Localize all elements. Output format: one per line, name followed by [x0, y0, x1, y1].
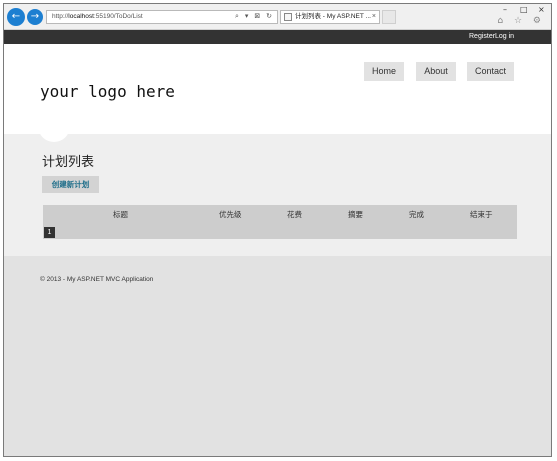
- back-icon[interactable]: ←: [7, 8, 25, 26]
- browser-toolbar: ← → http://localhost:55190/ToDo/List ⌕ ▾…: [4, 4, 551, 30]
- browser-window: ← → http://localhost:55190/ToDo/List ⌕ ▾…: [3, 3, 552, 457]
- site-logo[interactable]: your logo here: [40, 82, 175, 101]
- column-header-priority[interactable]: 优先级: [219, 209, 242, 220]
- register-link[interactable]: Register: [469, 30, 495, 44]
- browser-tab[interactable]: 计划列表 - My ASP.NET ... ×: [280, 10, 380, 24]
- close-window-icon[interactable]: ×: [538, 5, 545, 14]
- forward-icon[interactable]: →: [27, 9, 43, 25]
- page-icon: [284, 13, 292, 21]
- address-bar-icons[interactable]: ⌕ ▾ ⊠ ↻: [235, 11, 274, 23]
- column-header-end[interactable]: 结束于: [470, 209, 493, 220]
- column-header-title[interactable]: 标题: [113, 209, 128, 220]
- new-tab-button[interactable]: [382, 10, 396, 24]
- minimize-icon[interactable]: –: [503, 5, 507, 14]
- column-header-cost[interactable]: 花费: [287, 209, 302, 220]
- close-tab-icon[interactable]: ×: [372, 11, 376, 23]
- create-plan-button[interactable]: 创建新计划: [42, 176, 99, 193]
- url-prefix: http://: [52, 13, 69, 20]
- url-path: :55190/ToDo/List: [93, 13, 143, 20]
- site-header: your logo here Home About Contact: [4, 44, 551, 134]
- main-content: 计划列表 创建新计划 标题 优先级 花费 摘要 完成 结束于 1: [4, 134, 551, 256]
- pager-page-1[interactable]: 1: [44, 227, 55, 238]
- nav-home[interactable]: Home: [364, 62, 404, 81]
- maximize-icon[interactable]: □: [520, 5, 528, 14]
- address-bar[interactable]: http://localhost:55190/ToDo/List ⌕ ▾ ⊠ ↻: [46, 10, 278, 24]
- page-title: 计划列表: [42, 155, 95, 170]
- url-host: localhost: [68, 13, 94, 20]
- browser-tool-icons[interactable]: ⌂ ☆ ⚙: [497, 16, 545, 26]
- column-header-summary[interactable]: 摘要: [348, 209, 363, 220]
- column-header-done[interactable]: 完成: [409, 209, 424, 220]
- login-bar: Register Log in: [4, 30, 551, 44]
- nav-about[interactable]: About: [416, 62, 456, 81]
- nav-contact[interactable]: Contact: [467, 62, 514, 81]
- footer-copyright: © 2013 - My ASP.NET MVC Application: [40, 276, 154, 283]
- tab-title: 计划列表 - My ASP.NET ...: [295, 13, 371, 20]
- plan-table: 标题 优先级 花费 摘要 完成 结束于 1: [43, 205, 517, 239]
- login-link[interactable]: Log in: [495, 30, 514, 44]
